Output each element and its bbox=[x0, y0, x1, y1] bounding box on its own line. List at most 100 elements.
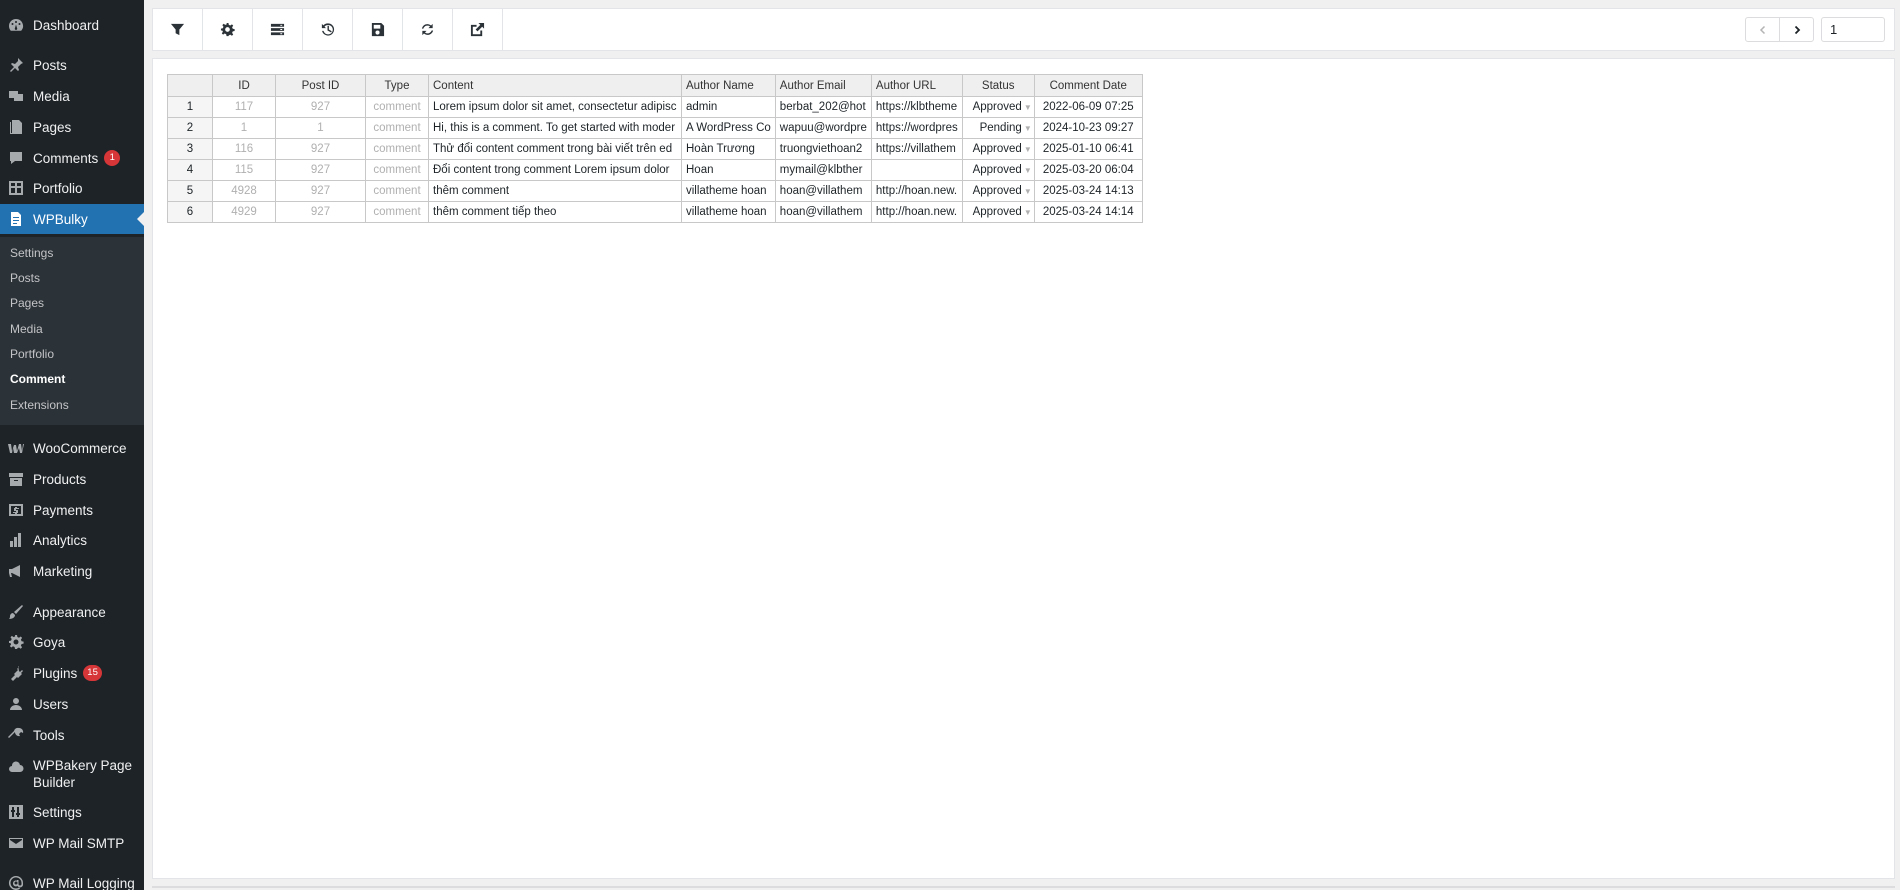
cell-author-url[interactable]: https://wordpres bbox=[870, 117, 963, 139]
menu-plugins[interactable]: Plugins 15 bbox=[0, 658, 144, 688]
cell-type[interactable]: comment bbox=[365, 96, 429, 118]
column-header-author-url[interactable]: Author URL bbox=[870, 74, 963, 97]
cell-content[interactable]: thêm comment bbox=[428, 180, 682, 202]
cell-comment-date[interactable]: 2025-03-24 14:13 bbox=[1033, 180, 1143, 202]
cell-author-email[interactable]: truongviethoan2 bbox=[774, 138, 872, 160]
history-button[interactable] bbox=[303, 9, 353, 50]
cell-author-email[interactable]: hoan@villathem bbox=[774, 180, 872, 202]
horizontal-scrollbar[interactable] bbox=[152, 886, 1895, 888]
cell-post-id[interactable]: 927 bbox=[275, 201, 366, 223]
cell-post-id[interactable]: 927 bbox=[275, 138, 366, 160]
cell-author-email[interactable]: wapuu@wordpre bbox=[774, 117, 872, 139]
menu-appearance[interactable]: Appearance bbox=[0, 597, 144, 627]
row-number[interactable]: 4 bbox=[167, 159, 213, 181]
cell-post-id[interactable]: 927 bbox=[275, 96, 366, 118]
filter-button[interactable] bbox=[153, 9, 203, 50]
cell-author-url[interactable]: https://villathem bbox=[870, 138, 963, 160]
menu-wpbulky[interactable]: WPBulky bbox=[0, 204, 144, 234]
menu-comments[interactable]: Comments 1 bbox=[0, 143, 144, 173]
menu-dashboard[interactable]: Dashboard bbox=[0, 10, 144, 40]
cell-type[interactable]: comment bbox=[365, 201, 429, 223]
cell-type[interactable]: comment bbox=[365, 138, 429, 160]
submenu-settings[interactable]: Settings bbox=[10, 243, 53, 263]
settings-button[interactable] bbox=[203, 9, 253, 50]
column-header-post-id[interactable]: Post ID bbox=[275, 74, 366, 97]
next-page-button[interactable] bbox=[1779, 17, 1814, 42]
cell-id[interactable]: 1 bbox=[212, 117, 276, 139]
menu-analytics[interactable]: Analytics bbox=[0, 525, 144, 555]
bulk-edit-button[interactable] bbox=[253, 9, 303, 50]
column-header-content[interactable]: Content bbox=[428, 74, 682, 97]
menu-wp-mail-logging[interactable]: WP Mail Logging bbox=[0, 868, 144, 890]
menu-users[interactable]: Users bbox=[0, 689, 144, 719]
cell-comment-date[interactable]: 2022-06-09 07:25 bbox=[1033, 96, 1143, 118]
column-header-status[interactable]: Status bbox=[961, 74, 1035, 97]
cell-author-email[interactable]: berbat_202@hot bbox=[774, 96, 872, 118]
row-number[interactable]: 3 bbox=[167, 138, 213, 160]
cell-type[interactable]: comment bbox=[365, 180, 429, 202]
cell-comment-date[interactable]: 2025-03-24 14:14 bbox=[1033, 201, 1143, 223]
menu-products[interactable]: Products bbox=[0, 464, 144, 494]
menu-marketing[interactable]: Marketing bbox=[0, 556, 144, 586]
prev-page-button[interactable] bbox=[1745, 17, 1780, 42]
reload-button[interactable] bbox=[403, 9, 453, 50]
menu-pages[interactable]: Pages bbox=[0, 112, 144, 142]
cell-author-name[interactable]: villatheme hoan bbox=[681, 180, 776, 202]
menu-wpbakery[interactable]: WPBakery Page Builder bbox=[0, 757, 144, 797]
cell-post-id[interactable]: 1 bbox=[275, 117, 366, 139]
submenu-comment[interactable]: Comment bbox=[10, 369, 65, 389]
cell-author-url[interactable] bbox=[870, 159, 963, 181]
cell-author-name[interactable]: villatheme hoan bbox=[681, 201, 776, 223]
cell-author-name[interactable]: admin bbox=[681, 96, 776, 118]
cell-post-id[interactable]: 927 bbox=[275, 180, 366, 202]
menu-posts[interactable]: Posts bbox=[0, 50, 144, 80]
open-link-button[interactable] bbox=[453, 9, 503, 50]
cell-id[interactable]: 4929 bbox=[212, 201, 276, 223]
menu-wp-mail-smtp[interactable]: WP Mail SMTP bbox=[0, 828, 144, 858]
cell-author-url[interactable]: https://klbtheme bbox=[870, 96, 963, 118]
cell-author-name[interactable]: Hoàn Trương bbox=[681, 138, 776, 160]
submenu-portfolio[interactable]: Portfolio bbox=[10, 344, 54, 364]
submenu-posts[interactable]: Posts bbox=[10, 268, 40, 288]
cell-content[interactable]: Hi, this is a comment. To get started wi… bbox=[428, 117, 682, 139]
cell-status[interactable]: Approved ▼ bbox=[961, 159, 1035, 181]
cell-type[interactable]: comment bbox=[365, 117, 429, 139]
page-number-input[interactable] bbox=[1821, 17, 1885, 42]
cell-content[interactable]: Lorem ipsum dolor sit amet, consectetur … bbox=[428, 96, 682, 118]
cell-comment-date[interactable]: 2025-03-20 06:04 bbox=[1033, 159, 1143, 181]
cell-content[interactable]: thêm comment tiếp theo bbox=[428, 201, 682, 223]
cell-comment-date[interactable]: 2025-01-10 06:41 bbox=[1033, 138, 1143, 160]
menu-tools[interactable]: Tools bbox=[0, 720, 144, 750]
cell-status[interactable]: Approved ▼ bbox=[961, 138, 1035, 160]
submenu-pages[interactable]: Pages bbox=[10, 293, 44, 313]
cell-author-url[interactable]: http://hoan.new. bbox=[870, 180, 963, 202]
cell-status[interactable]: Approved ▼ bbox=[961, 180, 1035, 202]
cell-status[interactable]: Pending ▼ bbox=[961, 117, 1035, 139]
menu-portfolio[interactable]: Portfolio bbox=[0, 173, 144, 203]
cell-id[interactable]: 116 bbox=[212, 138, 276, 160]
save-button[interactable] bbox=[353, 9, 403, 50]
cell-id[interactable]: 4928 bbox=[212, 180, 276, 202]
menu-woocommerce[interactable]: WooCommerce bbox=[0, 433, 144, 463]
column-header-comment-date[interactable]: Comment Date bbox=[1033, 74, 1143, 97]
menu-media[interactable]: Media bbox=[0, 81, 144, 111]
cell-content[interactable]: Thử đổi content comment trong bài viết t… bbox=[428, 138, 682, 160]
row-number[interactable]: 2 bbox=[167, 117, 213, 139]
cell-id[interactable]: 115 bbox=[212, 159, 276, 181]
cell-status[interactable]: Approved ▼ bbox=[961, 96, 1035, 118]
column-header-type[interactable]: Type bbox=[365, 74, 429, 97]
column-header-author-name[interactable]: Author Name bbox=[681, 74, 776, 97]
row-number[interactable]: 6 bbox=[167, 201, 213, 223]
cell-id[interactable]: 117 bbox=[212, 96, 276, 118]
menu-payments[interactable]: Payments bbox=[0, 495, 144, 525]
column-header-id[interactable]: ID bbox=[212, 74, 276, 97]
row-number[interactable]: 1 bbox=[167, 96, 213, 118]
menu-goya[interactable]: Goya bbox=[0, 627, 144, 657]
submenu-extensions[interactable]: Extensions bbox=[10, 395, 69, 415]
cell-content[interactable]: Đổi content trong comment Lorem ipsum do… bbox=[428, 159, 682, 181]
row-number[interactable]: 5 bbox=[167, 180, 213, 202]
column-header-author-email[interactable]: Author Email bbox=[774, 74, 872, 97]
cell-author-name[interactable]: Hoan bbox=[681, 159, 776, 181]
cell-author-email[interactable]: mymail@klbther bbox=[774, 159, 872, 181]
submenu-media[interactable]: Media bbox=[10, 319, 43, 339]
